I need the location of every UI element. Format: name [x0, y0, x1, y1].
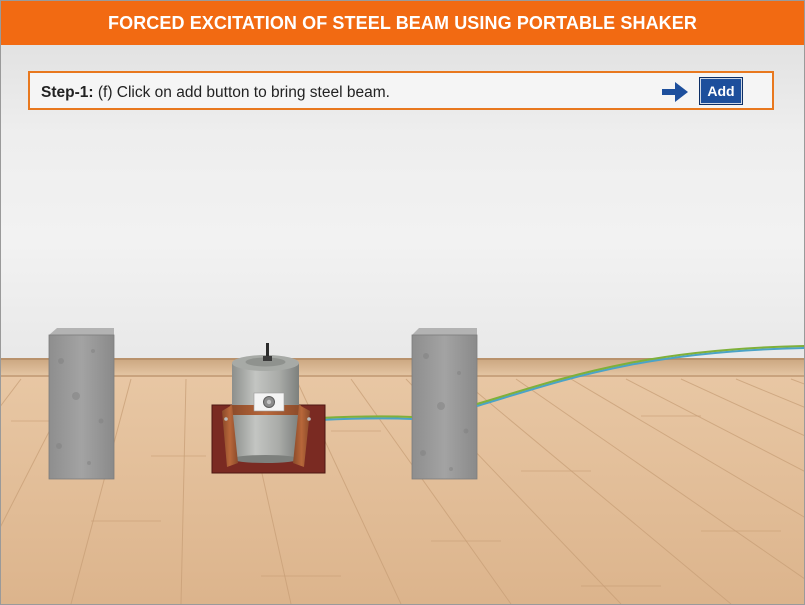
instruction-panel: Step-1: (f) Click on add button to bring…	[28, 71, 774, 110]
page-title: FORCED EXCITATION OF STEEL BEAM USING PO…	[1, 1, 804, 45]
instruction-text: Step-1: (f) Click on add button to bring…	[41, 84, 390, 102]
add-button[interactable]: Add	[699, 77, 743, 105]
skirting-board	[1, 358, 804, 377]
step-label: Step-1:	[41, 84, 94, 101]
left-concrete-support	[48, 328, 115, 480]
wooden-floor	[1, 375, 804, 604]
arrow-right-icon	[662, 82, 688, 102]
right-concrete-support	[411, 328, 478, 480]
simulation-frame: FORCED EXCITATION OF STEEL BEAM USING PO…	[0, 0, 805, 605]
step-description: (f) Click on add button to bring steel b…	[93, 84, 390, 101]
